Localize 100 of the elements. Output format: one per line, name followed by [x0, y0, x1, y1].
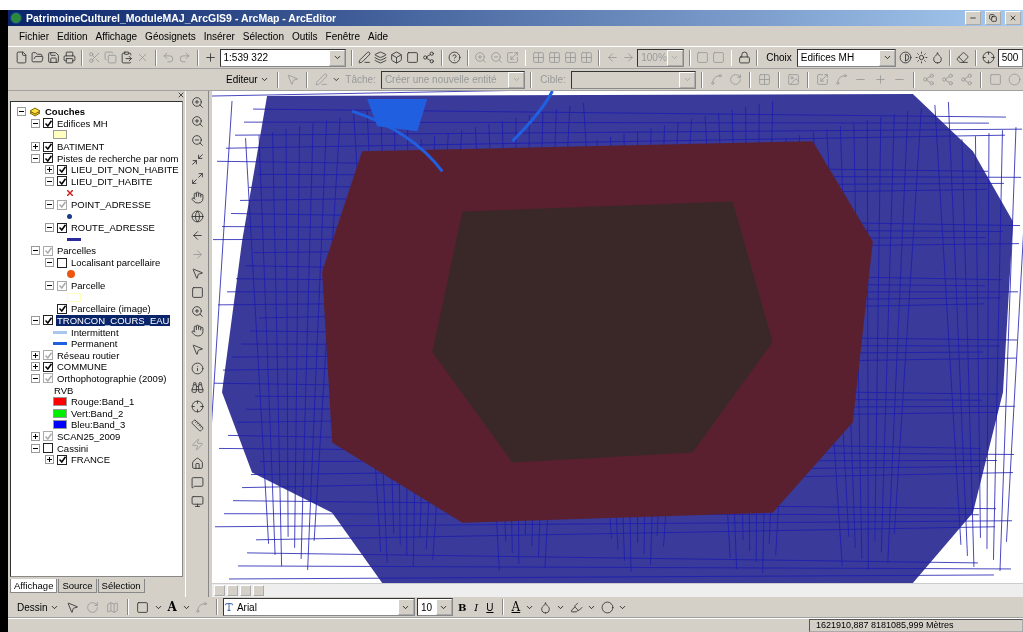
menu-item[interactable]: Fichier [16, 30, 52, 42]
layer-name[interactable]: Pistes de recherche par nom [56, 152, 180, 164]
flicker-rate-field[interactable]: 500 [997, 48, 1023, 67]
expand-icon[interactable] [31, 350, 40, 360]
collapse-icon[interactable] [45, 258, 54, 267]
collapse-icon[interactable] [45, 281, 54, 291]
close-icon[interactable] [177, 91, 185, 99]
layer-name[interactable]: POINT_ADRESSE [70, 199, 152, 211]
target-combo[interactable] [570, 70, 697, 89]
italic-button[interactable]: I [471, 598, 482, 616]
collapse-icon[interactable] [31, 443, 40, 453]
data-frame-name[interactable]: Couches [44, 106, 87, 118]
expand-icon[interactable] [31, 362, 40, 372]
editor-toolbar-icon[interactable] [357, 48, 372, 67]
menu-item[interactable]: Affichage [92, 30, 141, 42]
layer-label: Choix [766, 52, 792, 63]
restore-button[interactable] [985, 11, 1001, 25]
layer-name[interactable]: Parcellaire (image) [70, 303, 152, 315]
caret-icon[interactable] [332, 53, 342, 62]
legend-label: Vert:Band_2 [70, 407, 125, 419]
menu-item[interactable]: Edition [54, 30, 91, 42]
expand-icon[interactable] [31, 431, 40, 441]
layer-name[interactable]: Localisant parcellaire [70, 257, 162, 268]
help-icon[interactable] [447, 48, 462, 67]
bold-button[interactable]: B [454, 598, 470, 616]
legend-label: Intermittent [70, 326, 120, 338]
font-color-button[interactable]: A [508, 598, 524, 616]
font-size-combo[interactable]: 10 [416, 598, 453, 616]
go-to-xy-icon[interactable] [188, 397, 206, 415]
task-label: Tâche: [345, 74, 376, 85]
layer-name[interactable]: FRANCE [70, 454, 112, 466]
caret-icon[interactable] [882, 53, 892, 62]
new-document-icon[interactable] [14, 48, 28, 67]
layer-name[interactable]: ROUTE_ADRESSE [70, 222, 156, 234]
layer-name[interactable]: TRONCON_COURS_EAU [56, 315, 171, 326]
toc-tab[interactable]: Affichage [10, 579, 58, 593]
legend-label: Bleu:Band_3 [70, 419, 127, 431]
layer-checkbox[interactable] [43, 443, 53, 453]
menu-item[interactable]: Fenêtre [322, 30, 363, 42]
expand-icon[interactable] [45, 165, 54, 175]
app-globe-icon [10, 12, 22, 24]
target-label: Cible: [540, 74, 566, 85]
pan-icon[interactable] [188, 188, 206, 206]
layer-name[interactable]: Cassini [56, 442, 90, 454]
caret-icon[interactable] [331, 75, 341, 84]
collapse-icon[interactable] [17, 107, 26, 117]
identify-icon[interactable] [188, 359, 206, 377]
collapse-icon[interactable] [45, 200, 54, 210]
window-title: PatrimoineCulturel_ModuleMAJ_ArcGIS9 - ArcMap - ArcEditor [26, 12, 338, 24]
print-icon[interactable] [62, 48, 77, 67]
layer-checkbox[interactable] [57, 257, 67, 268]
measure-icon[interactable] [188, 416, 206, 434]
drawing-menu[interactable]: Dessin [14, 598, 62, 616]
menu-item[interactable]: Outils [288, 30, 321, 42]
map-drawing[interactable] [212, 91, 1023, 583]
caret-icon[interactable] [259, 75, 269, 84]
collapse-icon[interactable] [31, 316, 40, 325]
expand-icon[interactable] [31, 142, 40, 152]
layer-name[interactable]: BATIMENT [56, 141, 106, 153]
collapse-icon[interactable] [45, 176, 54, 186]
legend-label: Permanent [70, 338, 119, 350]
collapse-icon[interactable] [45, 223, 54, 233]
close-button[interactable] [1005, 11, 1021, 25]
legend-label: Rouge:Band_1 [70, 396, 136, 408]
minimize-icon [969, 14, 977, 22]
layer-name[interactable]: LIEU_DIT_HABITE [70, 175, 154, 187]
full-extent-icon[interactable] [188, 207, 206, 225]
collapse-icon[interactable] [31, 246, 40, 256]
menu-item[interactable]: Sélection [239, 30, 287, 42]
font-combo[interactable]: Arial [222, 598, 415, 616]
brightness-icon[interactable] [914, 48, 929, 67]
text-tool-button[interactable]: A [164, 598, 180, 616]
menu-item[interactable]: Aide [365, 30, 391, 42]
toc-tab[interactable]: Sélection [97, 579, 145, 593]
layer-name[interactable]: LIEU_DIT_NON_HABITE [70, 164, 180, 176]
layer-name[interactable]: COMMUNE [56, 361, 109, 373]
editor-menu[interactable]: Editeur [223, 70, 272, 89]
font-icon [223, 602, 234, 612]
underline-button[interactable]: U [483, 598, 497, 616]
expand-icon[interactable] [45, 455, 54, 465]
scale-combo[interactable]: 1:539 322 [219, 48, 347, 67]
marker-color-icon[interactable] [598, 598, 617, 616]
layer-name[interactable]: Réseau routier [56, 349, 121, 361]
collapse-icon[interactable] [31, 373, 40, 383]
layer-name[interactable]: Orthophotographie (2009) [56, 372, 168, 384]
paste-icon[interactable] [119, 48, 134, 67]
collapse-icon[interactable] [31, 118, 40, 128]
minimize-button[interactable] [965, 11, 981, 25]
layer-name[interactable]: Parcelles [56, 245, 98, 257]
layer-name[interactable]: SCAN25_2009 [56, 430, 122, 442]
layer-name[interactable]: Edifices MH [56, 117, 109, 129]
layer-combo[interactable]: Edifices MH [796, 48, 897, 67]
toc-tab[interactable]: Source [58, 579, 97, 593]
restore-icon [989, 14, 997, 22]
layer-name[interactable]: Parcelle [70, 280, 107, 292]
collapse-icon[interactable] [31, 153, 40, 163]
menu-item[interactable]: Géosignets [142, 30, 199, 42]
menu-item[interactable]: Insérer [200, 30, 238, 42]
contrast-icon[interactable] [898, 48, 913, 67]
close-icon [1009, 14, 1017, 22]
